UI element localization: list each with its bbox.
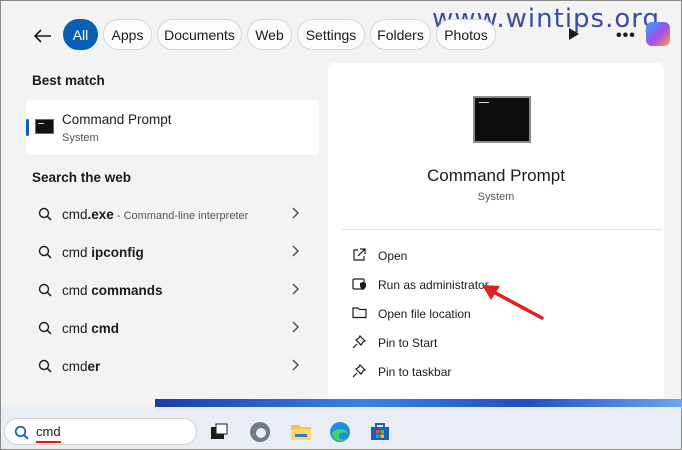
web-result-prefix: cmd <box>62 244 92 260</box>
selection-indicator <box>26 119 29 136</box>
command-prompt-large-icon <box>473 96 531 143</box>
web-result-bold: er <box>87 358 101 374</box>
detail-divider <box>342 229 662 230</box>
search-icon <box>14 425 29 445</box>
taskbar-search-box[interactable]: cmd <box>4 418 197 445</box>
chevron-right-icon[interactable] <box>292 282 300 301</box>
action-label: Open file location <box>378 307 471 321</box>
search-icon <box>38 245 52 264</box>
web-result-bold: commands <box>91 282 163 298</box>
web-result-row[interactable]: cmd ipconfig <box>26 237 319 267</box>
web-result-bold: .exe <box>87 206 114 222</box>
store-icon[interactable] <box>368 420 392 444</box>
web-result-prefix: cmd <box>62 320 92 336</box>
filter-photos[interactable]: Photos <box>436 19 496 50</box>
web-result-bold: cmd <box>91 320 120 336</box>
more-options-icon[interactable]: ••• <box>616 27 636 45</box>
web-result-desc: - Command-line interpreter <box>113 209 249 222</box>
best-match-item[interactable]: Command Prompt System <box>26 100 319 155</box>
detail-subtitle: System <box>477 191 515 203</box>
search-icon <box>38 359 52 378</box>
detail-title: Command Prompt <box>427 166 565 185</box>
red-arrow-annotation <box>482 285 544 320</box>
edge-icon[interactable] <box>328 420 352 444</box>
search-icon <box>38 207 52 226</box>
filter-web[interactable]: Web <box>247 19 292 50</box>
admin-shield-icon <box>352 277 368 293</box>
red-underline-annotation <box>36 441 61 443</box>
filter-documents[interactable]: Documents <box>157 19 242 50</box>
filter-apps[interactable]: Apps <box>103 19 152 50</box>
search-icon <box>38 321 52 340</box>
web-result-row[interactable]: cmder <box>26 351 319 381</box>
web-result-bold: ipconfig <box>91 244 144 260</box>
action-pin-to-start[interactable]: Pin to Start <box>346 331 646 355</box>
taskbar-search-value: cmd <box>36 424 61 439</box>
web-result-prefix: cmd <box>62 206 88 222</box>
command-prompt-icon <box>35 119 54 134</box>
action-label: Pin to Start <box>378 336 438 350</box>
best-match-subtitle: System <box>62 132 99 144</box>
action-pin-to-taskbar[interactable]: Pin to taskbar <box>346 360 646 384</box>
web-result-row[interactable]: cmd commands <box>26 275 319 305</box>
detail-pane: Command Prompt System Open Run as admini… <box>328 63 664 406</box>
action-label: Run as administrator <box>378 278 489 292</box>
filter-settings[interactable]: Settings <box>297 19 365 50</box>
pin-icon <box>352 363 368 380</box>
web-result-row[interactable]: cmd cmd <box>26 313 319 343</box>
play-more-filters-icon[interactable] <box>569 28 579 40</box>
best-match-title: Command Prompt <box>62 112 172 127</box>
search-icon <box>38 283 52 302</box>
folder-icon <box>352 306 368 322</box>
action-label: Pin to taskbar <box>378 365 452 379</box>
edge-dev-icon[interactable] <box>248 420 272 444</box>
file-explorer-icon[interactable] <box>289 420 313 444</box>
web-result-prefix: cmd <box>62 282 92 298</box>
search-web-heading: Search the web <box>32 170 132 185</box>
pin-icon <box>352 334 368 351</box>
filter-folders[interactable]: Folders <box>370 19 431 50</box>
open-external-icon <box>352 248 368 264</box>
back-arrow-icon[interactable] <box>32 25 54 47</box>
web-result-prefix: cmd <box>62 358 88 374</box>
copilot-icon[interactable] <box>646 22 670 46</box>
web-result-row[interactable]: cmd.exe - Command-line interpreter <box>26 199 319 229</box>
action-label: Open <box>378 249 408 263</box>
filter-all[interactable]: All <box>63 19 98 50</box>
best-match-heading: Best match <box>32 73 105 88</box>
chevron-right-icon[interactable] <box>292 244 300 263</box>
chevron-right-icon[interactable] <box>292 206 300 225</box>
chevron-right-icon[interactable] <box>292 358 300 377</box>
task-view-icon[interactable] <box>207 420 231 444</box>
action-open[interactable]: Open <box>346 244 646 268</box>
chevron-right-icon[interactable] <box>292 320 300 339</box>
